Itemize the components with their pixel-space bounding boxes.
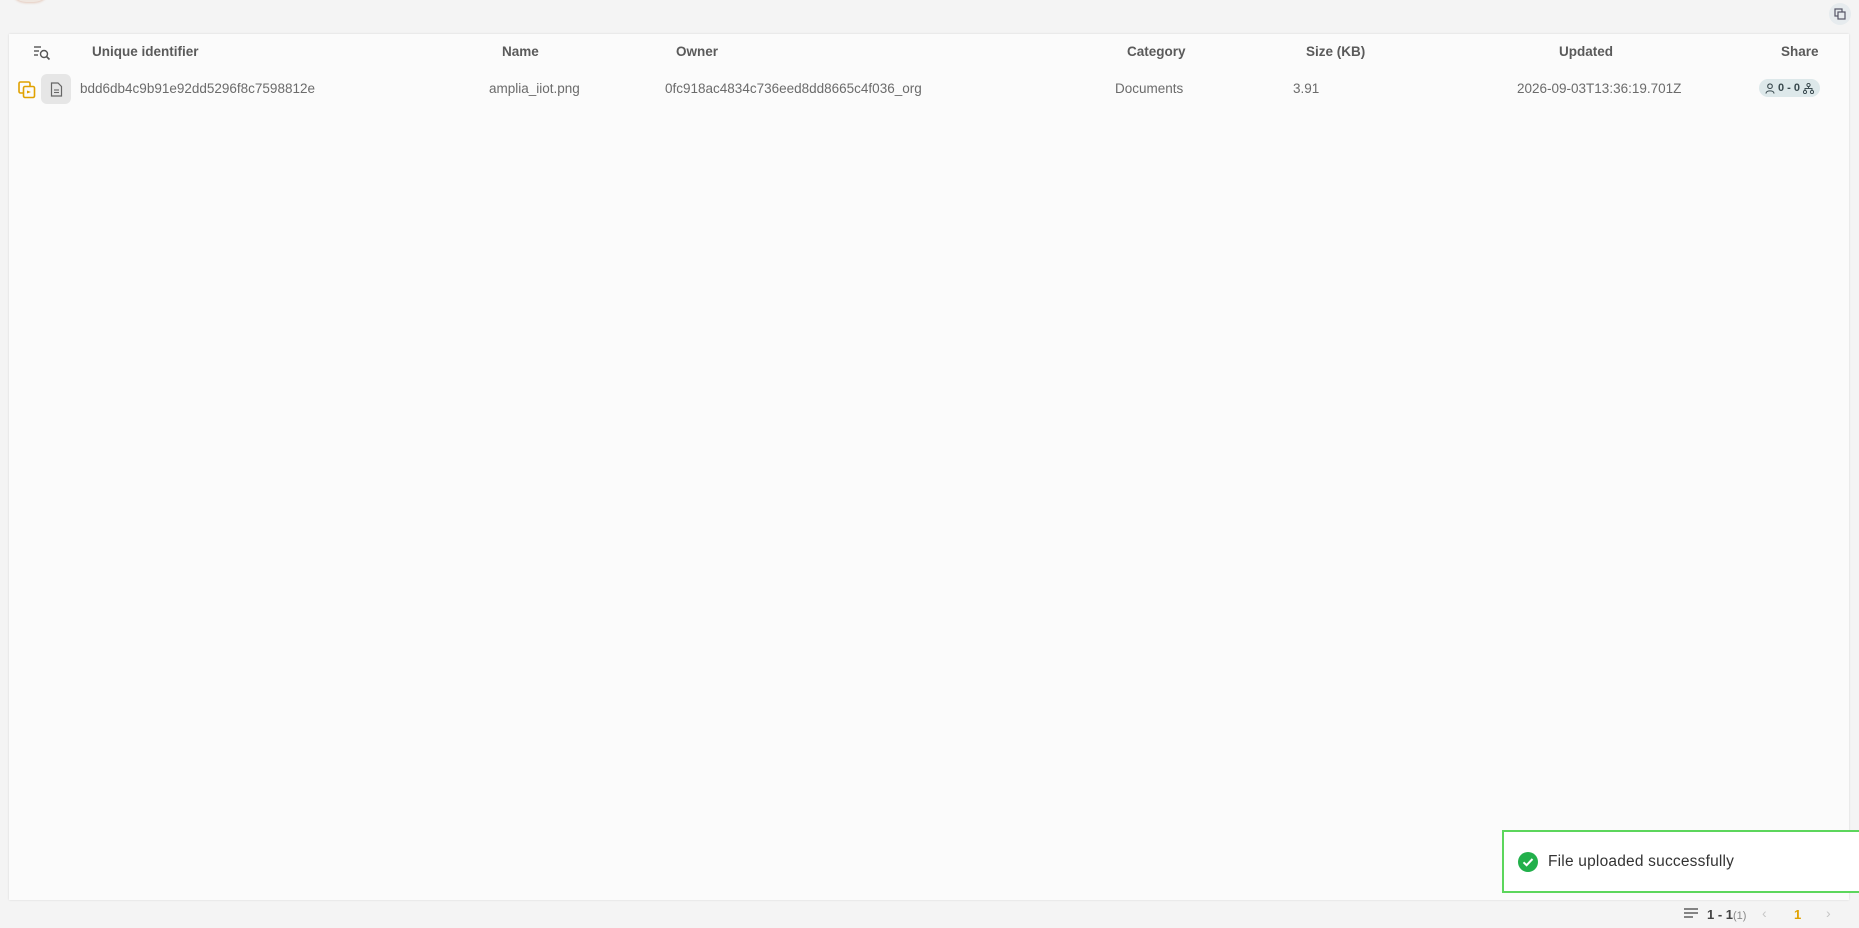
pagination-range-text: 1 - 1 bbox=[1707, 907, 1734, 922]
pagination-total: (1) bbox=[1733, 910, 1747, 922]
column-header-owner[interactable]: Owner bbox=[676, 44, 718, 59]
cell-name: amplia_iiot.png bbox=[489, 81, 580, 96]
cell-owner: 0fc918ac4834c736eed8dd8665c4f036_org bbox=[665, 81, 922, 96]
pagination-range: 1 - 1(1) bbox=[1707, 907, 1746, 922]
filter-search-icon[interactable] bbox=[33, 44, 51, 62]
window-icon bbox=[1834, 8, 1846, 20]
cell-size: 3.91 bbox=[1293, 81, 1320, 96]
column-header-updated[interactable]: Updated bbox=[1559, 44, 1613, 59]
table-header: Unique identifier Name Owner Category Si… bbox=[9, 34, 1849, 70]
layout-toggle-button[interactable] bbox=[1829, 3, 1851, 25]
current-page[interactable]: 1 bbox=[1794, 907, 1801, 922]
check-circle-icon bbox=[1518, 851, 1538, 872]
table-row[interactable]: bdd6db4c9b91e92dd5296f8c7598812e amplia_… bbox=[9, 72, 1849, 106]
column-header-category[interactable]: Category bbox=[1127, 44, 1186, 59]
page-size-icon[interactable] bbox=[1683, 907, 1699, 919]
column-header-size[interactable]: Size (KB) bbox=[1306, 44, 1365, 59]
success-toast[interactable]: File uploaded successfully bbox=[1502, 830, 1859, 893]
cell-uid: bdd6db4c9b91e92dd5296f8c7598812e bbox=[80, 81, 315, 96]
user-icon bbox=[1765, 82, 1775, 94]
pagination: 1 - 1(1) ‹ 1 › bbox=[0, 900, 1859, 928]
files-table: Unique identifier Name Owner Category Si… bbox=[9, 34, 1849, 900]
document-icon bbox=[50, 81, 62, 97]
cell-category: Documents bbox=[1115, 81, 1184, 96]
share-badge[interactable]: 0 - 0 bbox=[1759, 79, 1821, 97]
next-page-button[interactable]: › bbox=[1826, 905, 1831, 921]
column-header-uid[interactable]: Unique identifier bbox=[92, 44, 199, 59]
column-header-share[interactable]: Share bbox=[1781, 44, 1819, 59]
avatar[interactable] bbox=[10, 0, 50, 2]
column-header-name[interactable]: Name bbox=[502, 44, 539, 59]
share-count: 0 - 0 bbox=[1778, 82, 1801, 94]
app-root: Unique identifier Name Owner Category Si… bbox=[0, 0, 1859, 928]
toast-message: File uploaded successfully bbox=[1548, 852, 1735, 870]
organization-icon bbox=[1803, 82, 1815, 94]
copy-icon[interactable] bbox=[17, 80, 37, 100]
cell-updated: 2026-09-03T13:36:19.701Z bbox=[1517, 81, 1682, 96]
previous-page-button[interactable]: ‹ bbox=[1762, 905, 1767, 921]
file-details-button[interactable] bbox=[41, 74, 71, 104]
